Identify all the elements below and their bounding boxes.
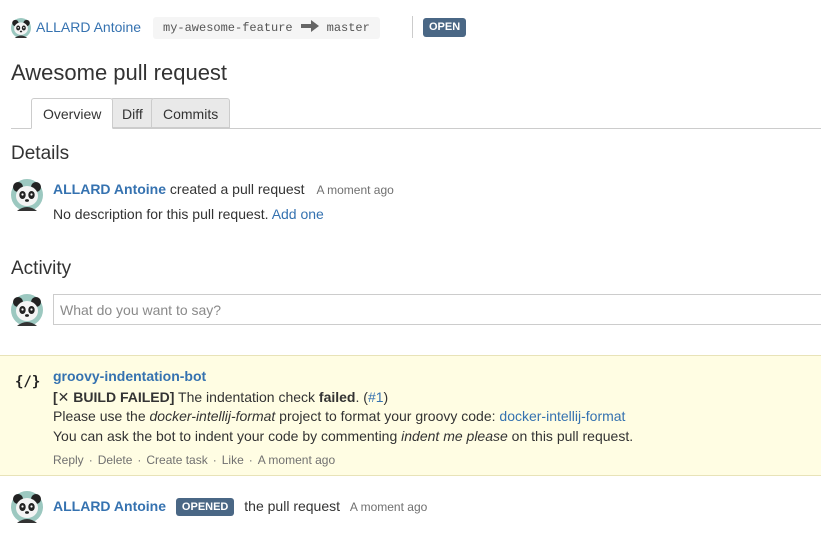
opened-event-line: ALLARD Antoine OPENED the pull request A… (53, 498, 428, 517)
author-avatar[interactable] (11, 18, 31, 38)
failed-word: failed (318, 389, 356, 405)
line2-text-a: Please use the (53, 408, 150, 424)
build-failed-label: BUILD FAILED] (69, 389, 175, 405)
like-action[interactable]: Like (222, 453, 244, 467)
author-link[interactable]: ALLARD Antoine (53, 498, 166, 514)
page-title: Awesome pull request (11, 60, 228, 85)
line3-text-a: You can ask the bot to indent your code … (53, 428, 402, 444)
header-divider (412, 16, 413, 38)
timestamp: A moment ago (349, 500, 428, 514)
current-user-avatar (11, 294, 43, 326)
check-text: The indentation check (174, 389, 319, 405)
failed-x-icon: ✕ (57, 389, 70, 405)
arrow-right-icon (300, 20, 319, 36)
opened-text: the pull request (244, 498, 341, 514)
bot-comment-line-3: You can ask the bot to indent your code … (53, 428, 633, 444)
activity-heading: Activity (11, 258, 72, 279)
bot-author-link[interactable]: groovy-indentation-bot (53, 368, 206, 384)
branch-indicator: my-awesome-feature master (153, 17, 380, 39)
bot-comment-line-2: Please use the docker-intellij-format pr… (53, 408, 625, 424)
author-avatar[interactable] (11, 491, 43, 523)
bot-comment-line-1: [✕ BUILD FAILED] The indentation check f… (53, 389, 388, 406)
paren-close: ) (383, 389, 389, 405)
header-author-link[interactable]: ALLARD Antoine (36, 19, 141, 35)
details-heading: Details (11, 143, 70, 164)
comment-input[interactable] (53, 294, 821, 325)
comment-actions: Reply · Delete · Create task · Like · A moment a… (53, 453, 336, 467)
tab-diff[interactable]: Diff (110, 98, 155, 128)
description-text: No description for this pull request. (53, 206, 269, 222)
status-badge: OPEN (423, 18, 467, 37)
line-tail: . ( (355, 389, 368, 405)
reply-action[interactable]: Reply (53, 453, 84, 467)
line2-text-b: project to format your groovy code: (275, 408, 500, 424)
project-name: docker-intellij-format (149, 408, 276, 424)
target-branch: master (326, 21, 370, 35)
created-action: created a pull request (169, 181, 305, 197)
details-created-line: ALLARD Antoine created a pull request A … (53, 181, 394, 197)
timestamp: A moment ago (316, 183, 394, 197)
project-link[interactable]: docker-intellij-format (499, 408, 625, 424)
build-link[interactable]: #1 (368, 389, 384, 405)
line3-text-b: on this pull request. (507, 428, 634, 444)
tab-overview[interactable]: Overview (31, 98, 114, 129)
tab-commits[interactable]: Commits (151, 98, 231, 128)
add-description-link[interactable]: Add one (272, 206, 324, 222)
description-line: No description for this pull request. Ad… (53, 206, 324, 222)
source-branch: my-awesome-feature (163, 21, 293, 35)
code-bot-icon: {/} (15, 374, 41, 390)
create-task-action[interactable]: Create task (146, 453, 207, 467)
command-text: indent me please (401, 428, 508, 444)
opened-badge: OPENED (175, 498, 235, 517)
author-link[interactable]: ALLARD Antoine (53, 181, 166, 197)
delete-action[interactable]: Delete (98, 453, 133, 467)
comment-timestamp: A moment ago (257, 453, 336, 467)
author-avatar[interactable] (11, 179, 43, 211)
